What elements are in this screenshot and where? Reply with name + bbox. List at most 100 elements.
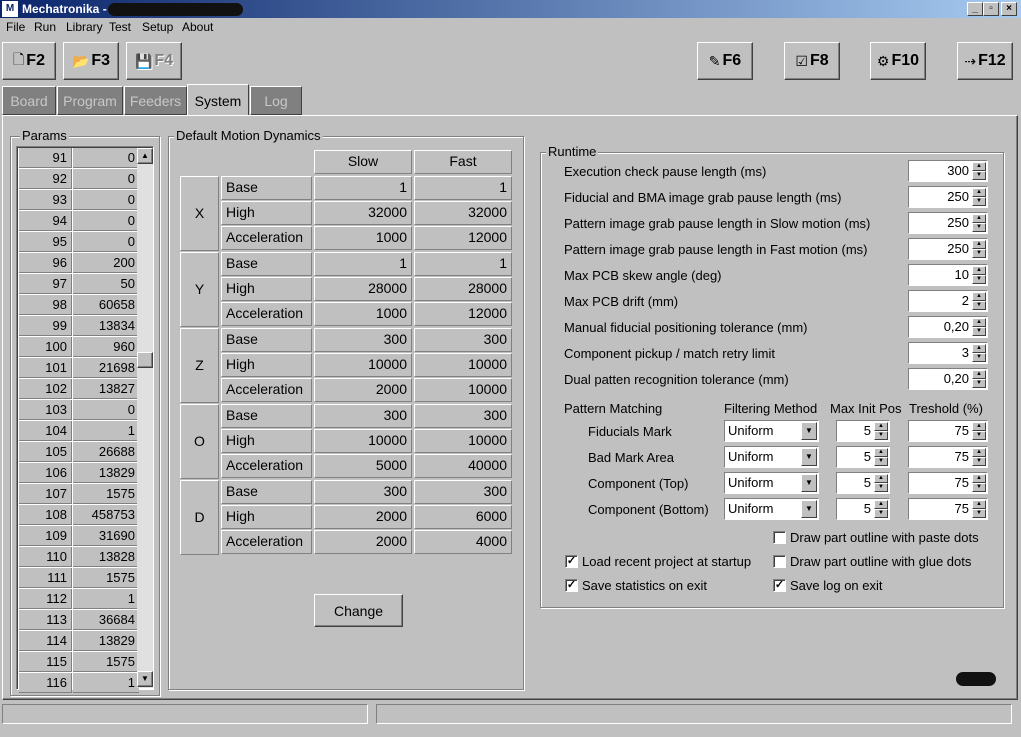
param-row[interactable]: 94 0 [19, 211, 139, 232]
threshold-spinner[interactable]: 75 ▲ ▼ [908, 472, 988, 494]
spin-down-icon[interactable]: ▼ [972, 379, 986, 388]
max-init-pos-spinner[interactable]: 5 ▲ ▼ [836, 472, 890, 494]
param-row[interactable]: 100 960 [19, 337, 139, 358]
f2-new-button[interactable]: 🗋 F2 [2, 42, 56, 80]
title-bar[interactable]: M Mechatronika - _ ▫ × [0, 0, 1021, 18]
change-button[interactable]: Change [314, 594, 403, 627]
spin-buttons[interactable]: ▲ ▼ [972, 318, 986, 336]
param-row[interactable]: 93 0 [19, 190, 139, 211]
save-statistics-checkbox[interactable]: ✓ [565, 579, 578, 592]
chevron-down-icon[interactable]: ▼ [801, 422, 817, 440]
menu-setup[interactable]: Setup [142, 20, 173, 34]
f3-open-button[interactable]: 📂 F3 [63, 42, 119, 80]
param-row[interactable]: 105 26688 [19, 442, 139, 463]
spin-down-icon[interactable]: ▼ [972, 457, 986, 466]
param-value[interactable]: 1575 [73, 652, 139, 672]
runtime-field-spinner[interactable]: 3 ▲ ▼ [908, 342, 988, 364]
param-value[interactable]: 458753 [73, 505, 139, 525]
runtime-field-spinner[interactable]: 0,20 ▲ ▼ [908, 368, 988, 390]
param-row[interactable]: 95 0 [19, 232, 139, 253]
param-row[interactable]: 109 31690 [19, 526, 139, 547]
spin-down-icon[interactable]: ▼ [972, 509, 986, 518]
runtime-field-spinner[interactable]: 300 ▲ ▼ [908, 160, 988, 182]
param-row[interactable]: 104 1 [19, 421, 139, 442]
max-init-pos-spinner[interactable]: 5 ▲ ▼ [836, 498, 890, 520]
spin-up-icon[interactable]: ▲ [972, 188, 986, 197]
slow-value[interactable]: 32000 [314, 201, 412, 225]
spin-down-icon[interactable]: ▼ [874, 431, 888, 440]
param-row[interactable]: 111 1575 [19, 568, 139, 589]
param-row[interactable]: 92 0 [19, 169, 139, 190]
param-row[interactable]: 108 458753 [19, 505, 139, 526]
f4-save-button[interactable]: 💾 F4 [126, 42, 182, 80]
chevron-down-icon[interactable]: ▼ [801, 500, 817, 518]
spin-buttons[interactable]: ▲ ▼ [972, 266, 986, 284]
tab-system[interactable]: System [187, 84, 249, 116]
param-row[interactable]: 112 1 [19, 589, 139, 610]
param-row[interactable]: 116 1 [19, 673, 139, 694]
fast-value[interactable]: 1 [414, 176, 512, 200]
slow-value[interactable]: 10000 [314, 353, 412, 377]
spin-buttons[interactable]: ▲ ▼ [972, 500, 986, 518]
spin-buttons[interactable]: ▲ ▼ [972, 422, 986, 440]
spin-buttons[interactable]: ▲ ▼ [972, 162, 986, 180]
spin-up-icon[interactable]: ▲ [972, 162, 986, 171]
param-row[interactable]: 101 21698 [19, 358, 139, 379]
spin-down-icon[interactable]: ▼ [874, 457, 888, 466]
fast-value[interactable]: 6000 [414, 505, 512, 529]
fast-value[interactable]: 10000 [414, 429, 512, 453]
save-log-checkbox[interactable]: ✓ [773, 579, 786, 592]
spin-down-icon[interactable]: ▼ [874, 483, 888, 492]
fast-value[interactable]: 300 [414, 404, 512, 428]
spin-down-icon[interactable]: ▼ [972, 353, 986, 362]
spin-down-icon[interactable]: ▼ [972, 327, 986, 336]
max-init-pos-spinner[interactable]: 5 ▲ ▼ [836, 446, 890, 468]
menu-library[interactable]: Library [66, 20, 103, 34]
param-row[interactable]: 99 13834 [19, 316, 139, 337]
fast-value[interactable]: 28000 [414, 277, 512, 301]
slow-value[interactable]: 300 [314, 404, 412, 428]
param-row[interactable]: 103 0 [19, 400, 139, 421]
f10-button[interactable]: ⚙ F10 [870, 42, 926, 80]
param-value[interactable]: 60658 [73, 295, 139, 315]
runtime-field-spinner[interactable]: 250 ▲ ▼ [908, 238, 988, 260]
params-scrollbar[interactable] [137, 148, 153, 688]
scroll-up-button[interactable]: ▲ [137, 148, 153, 164]
slow-value[interactable]: 1000 [314, 302, 412, 326]
spin-down-icon[interactable]: ▼ [972, 275, 986, 284]
spin-up-icon[interactable]: ▲ [972, 318, 986, 327]
minimize-button[interactable]: _ [967, 2, 983, 16]
fast-value[interactable]: 10000 [414, 378, 512, 402]
param-value[interactable]: 1 [73, 589, 139, 609]
param-row[interactable]: 106 13829 [19, 463, 139, 484]
spin-buttons[interactable]: ▲ ▼ [972, 188, 986, 206]
threshold-spinner[interactable]: 75 ▲ ▼ [908, 420, 988, 442]
spin-up-icon[interactable]: ▲ [874, 474, 888, 483]
spin-up-icon[interactable]: ▲ [972, 422, 986, 431]
spin-buttons[interactable]: ▲ ▼ [874, 422, 888, 440]
runtime-field-spinner[interactable]: 0,20 ▲ ▼ [908, 316, 988, 338]
param-row[interactable]: 115 1575 [19, 652, 139, 673]
threshold-spinner[interactable]: 75 ▲ ▼ [908, 446, 988, 468]
param-row[interactable]: 107 1575 [19, 484, 139, 505]
spin-buttons[interactable]: ▲ ▼ [972, 448, 986, 466]
slow-value[interactable]: 2000 [314, 505, 412, 529]
fast-value[interactable]: 1 [414, 252, 512, 276]
spin-up-icon[interactable]: ▲ [972, 370, 986, 379]
chevron-down-icon[interactable]: ▼ [801, 448, 817, 466]
runtime-field-spinner[interactable]: 10 ▲ ▼ [908, 264, 988, 286]
spin-buttons[interactable]: ▲ ▼ [972, 370, 986, 388]
spin-buttons[interactable]: ▲ ▼ [874, 500, 888, 518]
param-value[interactable]: 13827 [73, 379, 139, 399]
menu-run[interactable]: Run [34, 20, 56, 34]
max-init-pos-spinner[interactable]: 5 ▲ ▼ [836, 420, 890, 442]
spin-up-icon[interactable]: ▲ [874, 448, 888, 457]
menu-test[interactable]: Test [109, 20, 131, 34]
param-row[interactable]: 110 13828 [19, 547, 139, 568]
param-value[interactable]: 0 [73, 169, 139, 189]
draw-glue-dots-checkbox[interactable] [773, 555, 786, 568]
spin-up-icon[interactable]: ▲ [972, 344, 986, 353]
tab-program[interactable]: Program [57, 86, 123, 115]
spin-up-icon[interactable]: ▲ [972, 214, 986, 223]
load-recent-checkbox[interactable]: ✓ [565, 555, 578, 568]
